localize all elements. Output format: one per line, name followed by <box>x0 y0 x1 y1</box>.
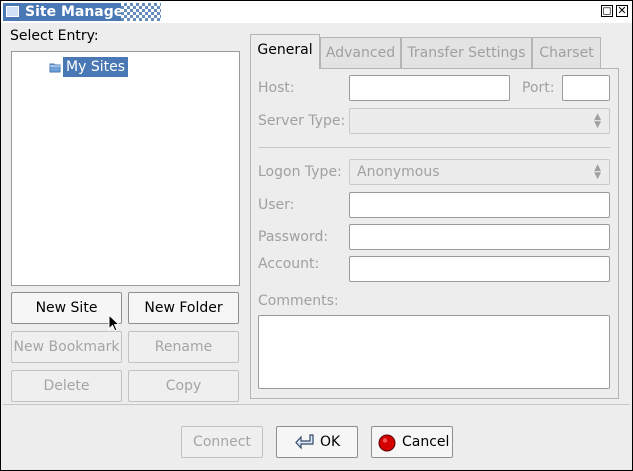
new-bookmark-button[interactable]: New Bookmark <box>11 331 122 363</box>
ok-label: OK <box>320 434 341 450</box>
account-label: Account: <box>258 256 320 272</box>
new-site-button[interactable]: New Site <box>11 292 122 324</box>
comments-label: Comments: <box>258 293 339 309</box>
user-input[interactable] <box>349 192 610 218</box>
cancel-icon <box>378 434 396 452</box>
ok-button[interactable]: OK <box>276 426 358 458</box>
tree-item-my-sites[interactable]: My Sites <box>63 57 128 77</box>
password-label: Password: <box>258 229 329 245</box>
comments-textarea[interactable] <box>258 315 610 389</box>
tab-transfer-settings[interactable]: Transfer Settings <box>401 37 532 68</box>
new-folder-button[interactable]: New Folder <box>128 292 239 324</box>
tab-charset[interactable]: Charset <box>532 37 601 68</box>
window-icon <box>6 6 19 17</box>
account-input[interactable] <box>349 256 610 282</box>
close-button[interactable]: ✕ <box>616 5 628 17</box>
enter-icon <box>295 434 314 450</box>
maximize-icon: ◻ <box>602 4 612 17</box>
select-entry-label: Select Entry: <box>10 28 99 44</box>
window-title: Site Manager <box>25 4 131 20</box>
host-input[interactable] <box>349 75 510 101</box>
select-arrows-icon: ▲ ▼ <box>594 112 601 130</box>
host-label: Host: <box>258 80 295 96</box>
cancel-button[interactable]: Cancel <box>371 426 453 458</box>
port-label: Port: <box>522 80 555 96</box>
logon-type-select[interactable]: Anonymous ▲ ▼ <box>349 159 610 185</box>
port-input[interactable] <box>562 75 610 101</box>
maximize-button[interactable]: ◻ <box>601 5 613 17</box>
password-input[interactable] <box>349 224 610 250</box>
tab-general[interactable]: General <box>250 34 320 69</box>
connect-button[interactable]: Connect <box>181 426 263 458</box>
tab-advanced[interactable]: Advanced <box>320 37 401 68</box>
delete-button[interactable]: Delete <box>11 370 122 402</box>
cancel-label: Cancel <box>402 434 450 450</box>
rename-button[interactable]: Rename <box>128 331 239 363</box>
site-tree[interactable]: My Sites <box>11 51 240 286</box>
mouse-cursor-icon <box>108 314 120 332</box>
logon-type-label: Logon Type: <box>258 164 342 180</box>
close-icon: ✕ <box>617 4 627 17</box>
title-bar[interactable]: Site Manager ◻ ✕ <box>1 1 632 23</box>
server-type-label: Server Type: <box>258 113 346 129</box>
site-manager-window: Site Manager ◻ ✕ Select Entry: My Sites … <box>0 0 633 471</box>
logon-type-value: Anonymous <box>357 164 440 180</box>
server-type-select[interactable]: ▲ ▼ <box>349 108 610 134</box>
folder-icon <box>49 63 61 73</box>
section-divider <box>258 147 610 148</box>
copy-button[interactable]: Copy <box>128 370 239 402</box>
footer-divider <box>3 404 630 405</box>
user-label: User: <box>258 197 295 213</box>
select-arrows-icon: ▲ ▼ <box>594 163 601 181</box>
title-bar-pattern <box>121 3 161 21</box>
